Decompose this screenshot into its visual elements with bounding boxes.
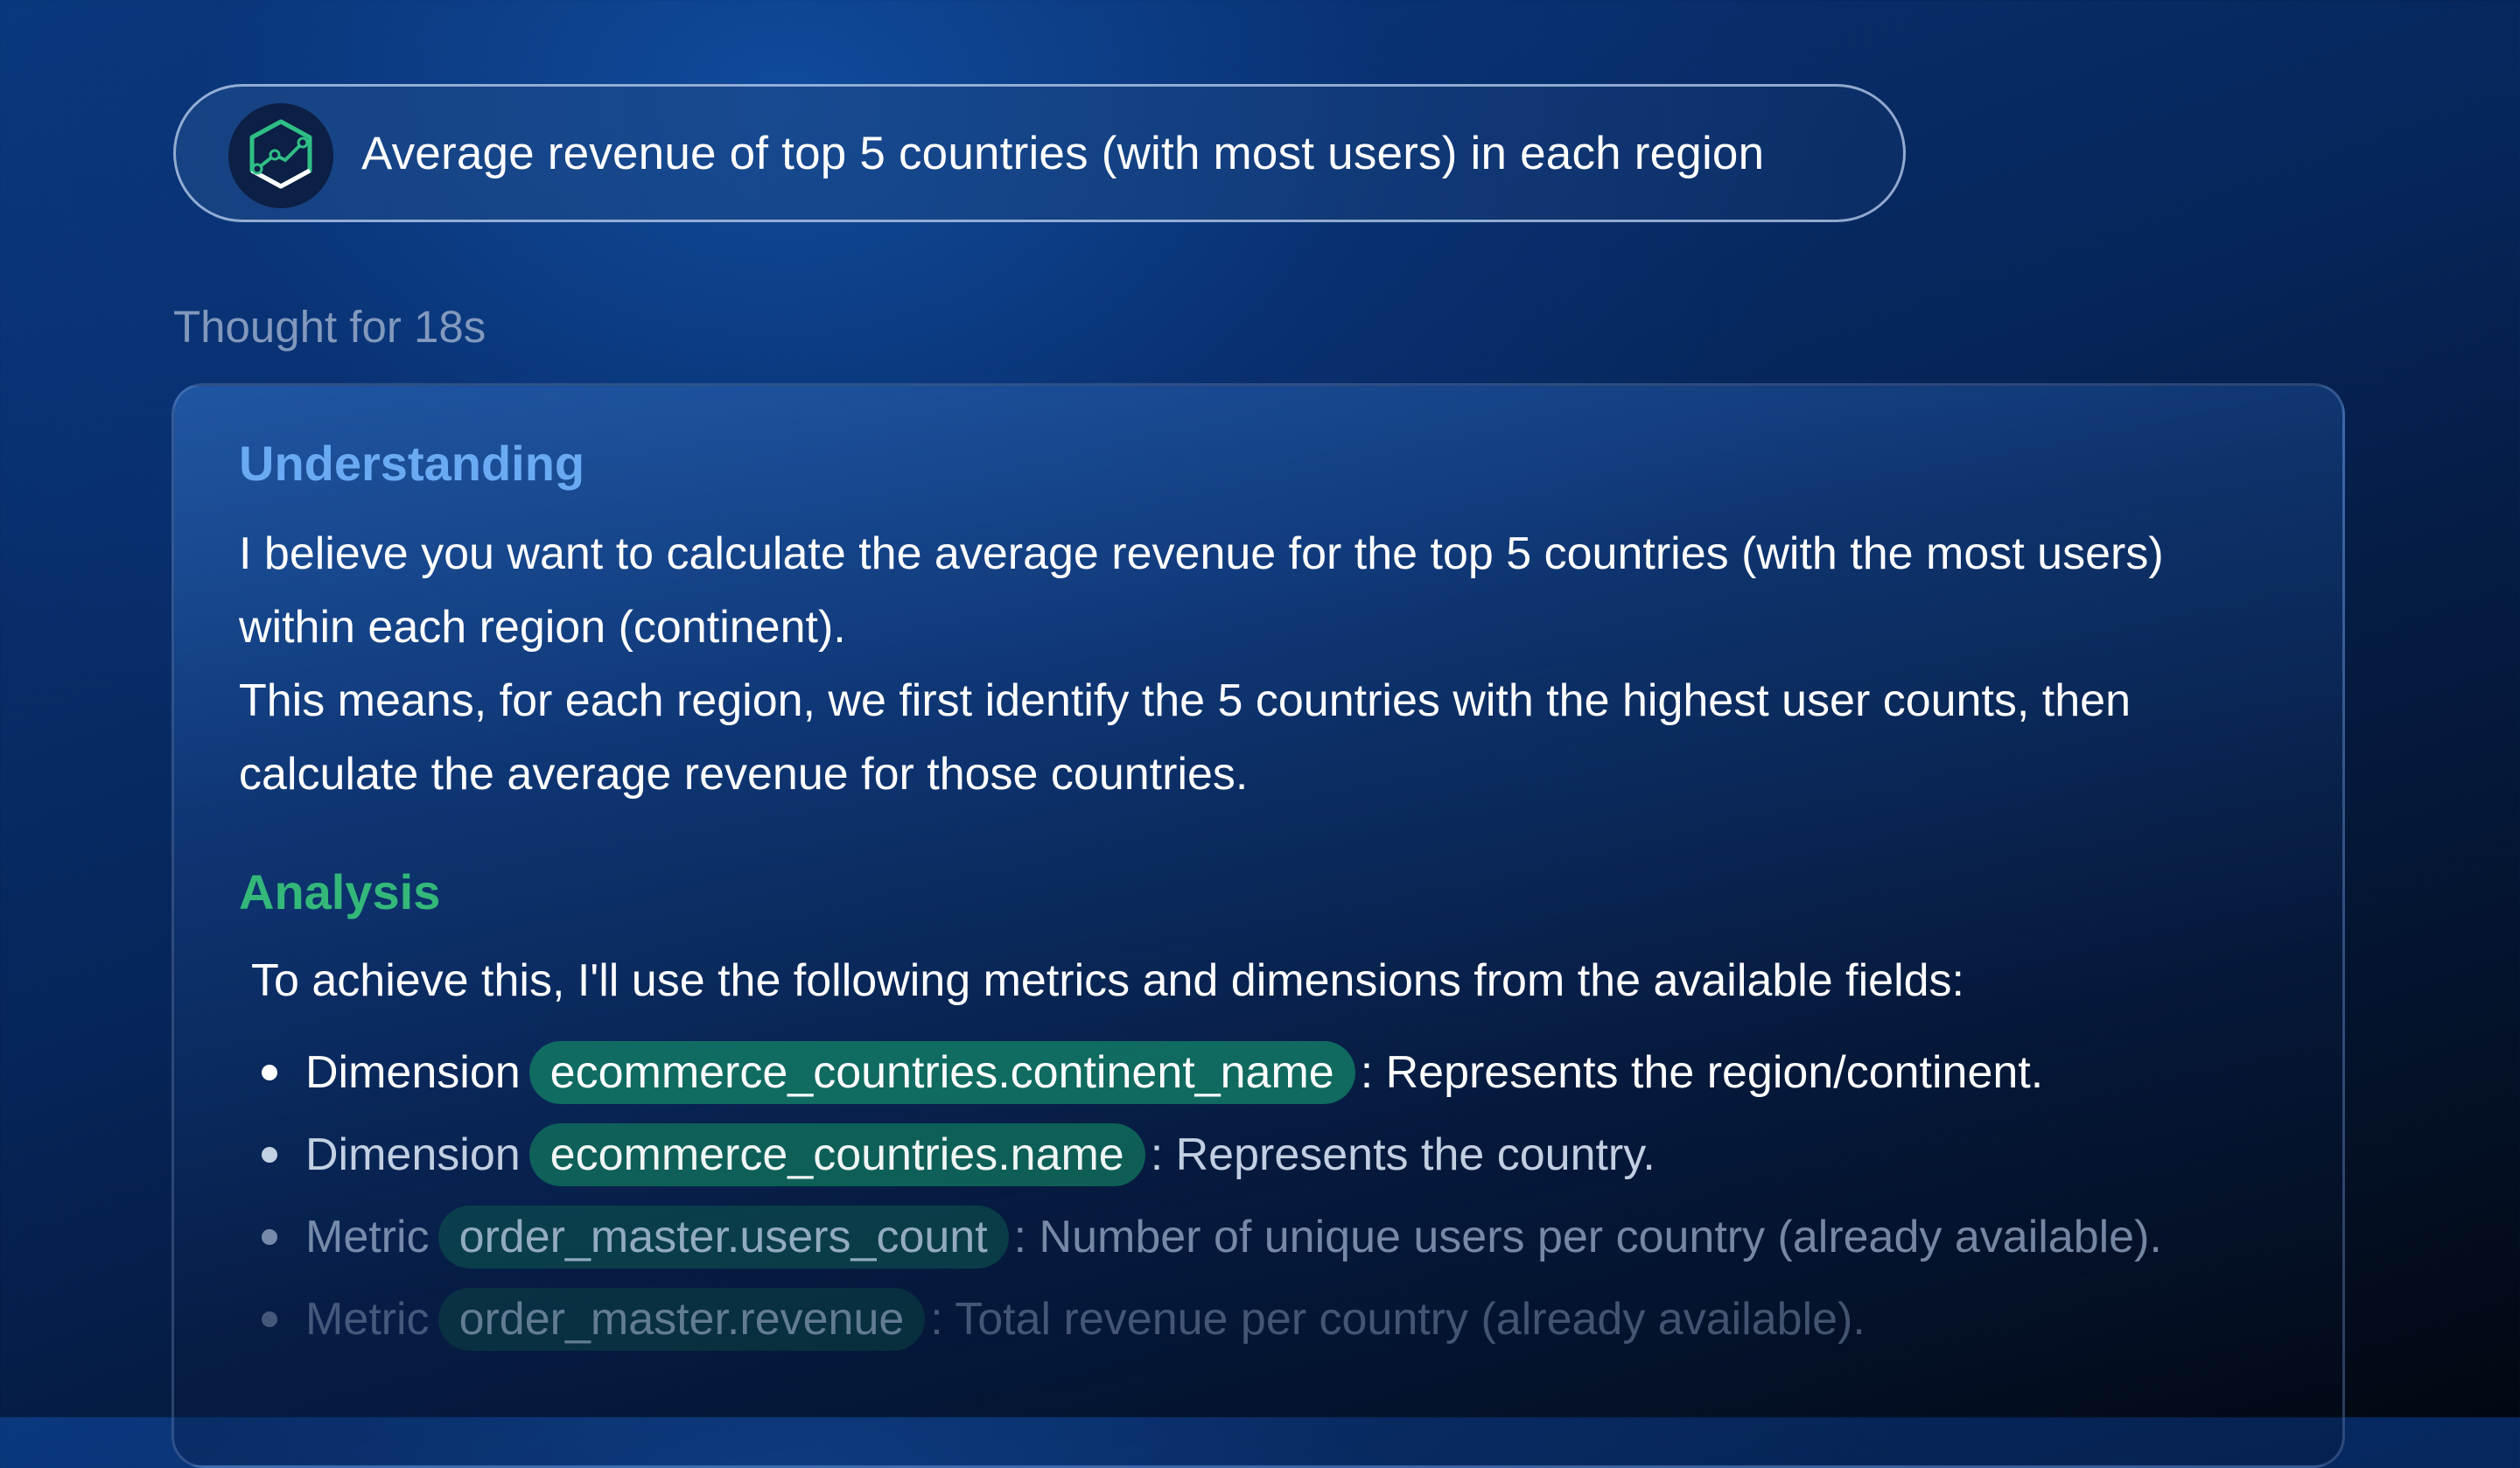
prompt-pill: Average revenue of top 5 countries (with…: [173, 84, 1906, 222]
response-card: Understanding I believe you want to calc…: [172, 383, 2345, 1468]
field-chip[interactable]: order_master.users_count: [438, 1206, 1009, 1269]
bullet-icon: [262, 1065, 277, 1080]
hexagon-chart-icon: [228, 103, 333, 208]
field-chip[interactable]: ecommerce_countries.continent_name: [528, 1041, 1355, 1104]
field-description: : Number of unique users per country (al…: [1013, 1212, 2162, 1262]
understanding-paragraph: This means, for each region, we first id…: [239, 675, 2132, 800]
field-kind: Metric: [305, 1212, 430, 1262]
analysis-intro: To achieve this, I'll use the following …: [251, 955, 1964, 1006]
prompt-text: Average revenue of top 5 countries (with…: [361, 127, 1765, 179]
bullet-icon: [262, 1229, 277, 1245]
list-item: Dimension ecommerce_countries.continent_…: [262, 1031, 2162, 1114]
field-kind: Dimension: [305, 1047, 521, 1098]
list-item: Dimension ecommerce_countries.name : Rep…: [262, 1114, 2162, 1196]
field-description: : Total revenue per country (already ava…: [930, 1294, 1866, 1345]
thought-duration-label[interactable]: Thought for 18s: [173, 301, 486, 353]
field-description: : Represents the country.: [1150, 1129, 1656, 1180]
understanding-heading: Understanding: [239, 436, 585, 491]
field-kind: Metric: [305, 1294, 430, 1345]
field-chip[interactable]: order_master.revenue: [438, 1288, 926, 1351]
bullet-icon: [262, 1311, 277, 1327]
understanding-paragraph: I believe you want to calculate the aver…: [239, 528, 2164, 653]
bullet-icon: [262, 1147, 277, 1163]
field-kind: Dimension: [305, 1129, 521, 1180]
field-list: Dimension ecommerce_countries.continent_…: [262, 1031, 2162, 1360]
list-item: Metric order_master.users_count : Number…: [262, 1196, 2162, 1278]
field-chip[interactable]: ecommerce_countries.name: [528, 1123, 1145, 1186]
field-description: : Represents the region/continent.: [1360, 1047, 2044, 1098]
analysis-heading: Analysis: [239, 864, 441, 919]
list-item: Metric order_master.revenue : Total reve…: [262, 1278, 2162, 1360]
